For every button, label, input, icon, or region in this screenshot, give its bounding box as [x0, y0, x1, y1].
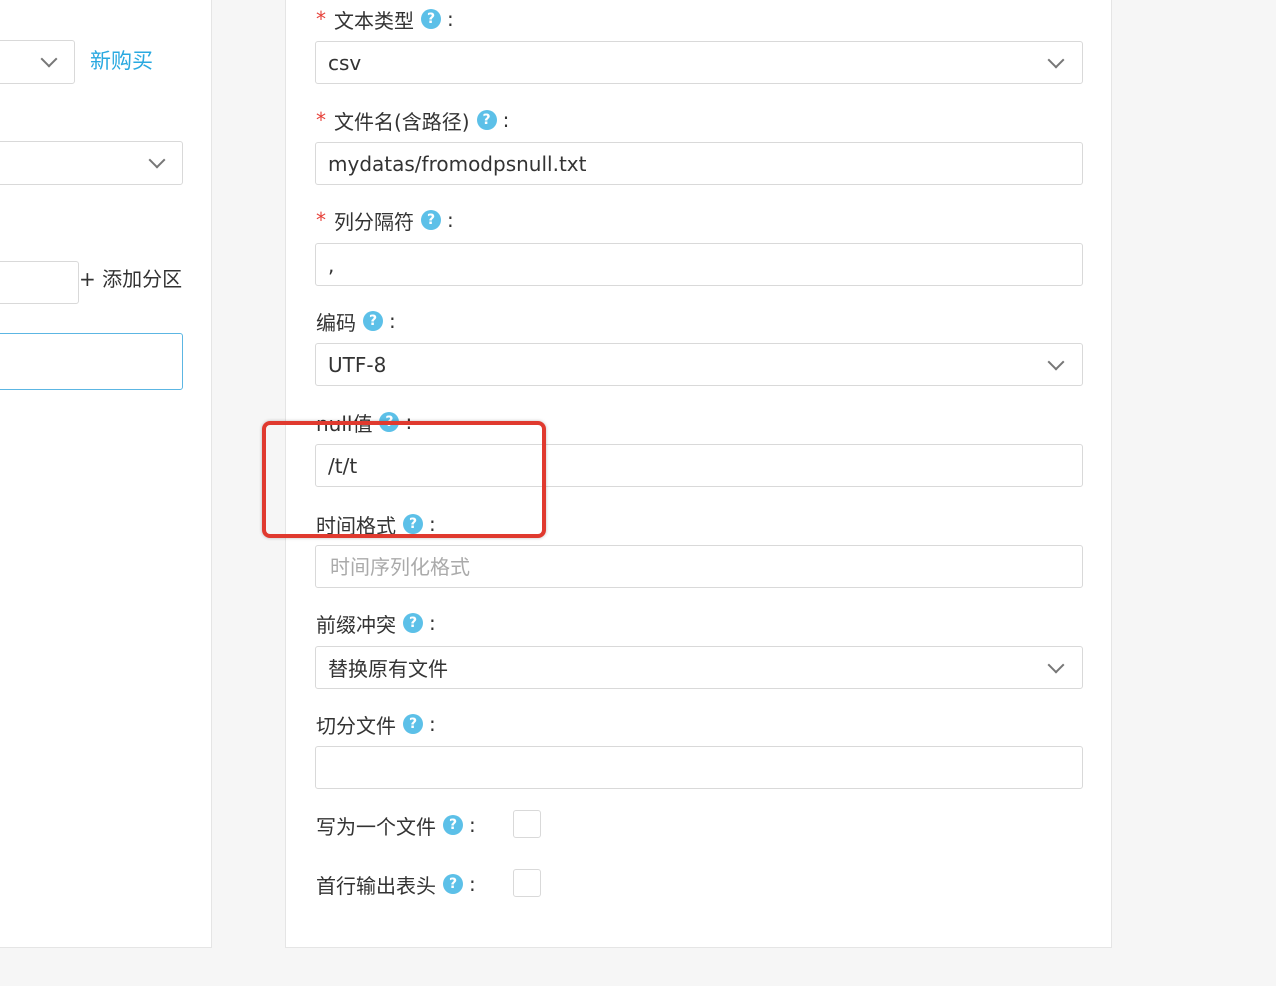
help-icon[interactable]: ? — [421, 210, 441, 230]
label-colon: : — [469, 872, 476, 896]
text-type-value: csv — [328, 50, 362, 75]
header-first-line-label: 首行输出表头 ? : — [316, 869, 476, 899]
chevron-down-icon — [1047, 353, 1065, 371]
datasource-select[interactable] — [0, 40, 75, 84]
label-colon: : — [389, 309, 396, 333]
help-icon[interactable]: ? — [443, 874, 463, 894]
split-file-label: 切分文件 ? : — [316, 709, 436, 739]
write-single-file-checkbox[interactable] — [513, 810, 541, 838]
time-format-label-text: 时间格式 — [316, 513, 396, 538]
help-icon[interactable]: ? — [379, 412, 400, 432]
header-first-line-label-text: 首行输出表头 — [316, 873, 436, 898]
filter-textarea[interactable] — [0, 333, 183, 390]
help-icon[interactable]: ? — [403, 613, 423, 633]
text-type-label: * 文本类型 ? : — [316, 4, 454, 34]
null-value-label-text: null值 — [316, 411, 373, 436]
file-name-label-text: 文件名(含路径) — [334, 109, 470, 134]
text-type-select[interactable]: csv — [315, 41, 1083, 84]
label-colon: : — [429, 712, 436, 736]
file-name-label: * 文件名(含路径) ? : — [316, 105, 509, 135]
label-colon: : — [429, 512, 436, 536]
file-name-value: mydatas/fromodpsnull.txt — [328, 151, 587, 176]
prefix-conflict-select[interactable]: 替换原有文件 — [315, 646, 1083, 689]
write-single-file-label-text: 写为一个文件 — [316, 814, 436, 839]
time-format-input[interactable] — [328, 553, 1082, 580]
table-select[interactable] — [0, 141, 183, 185]
label-colon: : — [447, 7, 454, 31]
encoding-value: UTF-8 — [328, 352, 387, 377]
help-icon[interactable]: ? — [476, 110, 497, 130]
help-icon[interactable]: ? — [403, 514, 423, 534]
encoding-label: 编码 ? : — [316, 306, 396, 336]
file-name-input[interactable]: mydatas/fromodpsnull.txt — [315, 142, 1083, 185]
split-file-label-text: 切分文件 — [316, 713, 396, 738]
help-icon[interactable]: ? — [421, 9, 441, 29]
required-mark: * — [316, 7, 326, 31]
column-separator-value: , — [328, 252, 335, 277]
label-colon: : — [429, 611, 436, 635]
time-format-field[interactable] — [315, 545, 1083, 588]
text-type-label-text: 文本类型 — [334, 8, 414, 33]
write-single-file-label: 写为一个文件 ? : — [316, 810, 476, 840]
chevron-down-icon — [1047, 656, 1065, 674]
header-first-line-checkbox[interactable] — [513, 869, 541, 897]
help-icon[interactable]: ? — [443, 815, 463, 835]
null-value-input[interactable]: /t/t — [315, 444, 1083, 487]
chevron-down-icon — [40, 50, 58, 68]
chevron-down-icon — [1047, 51, 1065, 69]
label-colon: : — [502, 108, 510, 132]
left-panel: 新购买 + 添加分区 — [0, 0, 212, 948]
help-icon[interactable]: ? — [403, 714, 423, 734]
required-mark: * — [316, 108, 326, 132]
chevron-down-icon — [148, 151, 166, 169]
required-mark: * — [316, 208, 326, 232]
null-value-value: /t/t — [328, 453, 358, 478]
partition-input[interactable] — [0, 261, 79, 304]
column-separator-label: * 列分隔符 ? : — [316, 205, 454, 235]
prefix-conflict-label-text: 前缀冲突 — [316, 612, 396, 637]
label-colon: : — [447, 208, 454, 232]
add-partition-button[interactable]: + 添加分区 — [79, 263, 182, 292]
label-colon: : — [469, 813, 476, 837]
null-value-label: null值 ? : — [316, 407, 412, 437]
column-separator-label-text: 列分隔符 — [334, 209, 414, 234]
encoding-label-text: 编码 — [316, 310, 356, 335]
page: 新购买 + 添加分区 * 文本类型 ? : csv * 文件名(含路径) ? :… — [0, 0, 1276, 986]
encoding-select[interactable]: UTF-8 — [315, 343, 1083, 386]
split-file-input[interactable] — [315, 746, 1083, 789]
label-colon: : — [405, 410, 413, 434]
time-format-label: 时间格式 ? : — [316, 509, 436, 539]
buy-new-link[interactable]: 新购买 — [90, 45, 153, 75]
prefix-conflict-label: 前缀冲突 ? : — [316, 608, 436, 638]
column-separator-input[interactable]: , — [315, 243, 1083, 286]
prefix-conflict-value: 替换原有文件 — [328, 657, 448, 681]
help-icon[interactable]: ? — [363, 311, 383, 331]
form-panel: * 文本类型 ? : csv * 文件名(含路径) ? : mydatas/fr… — [285, 0, 1112, 948]
